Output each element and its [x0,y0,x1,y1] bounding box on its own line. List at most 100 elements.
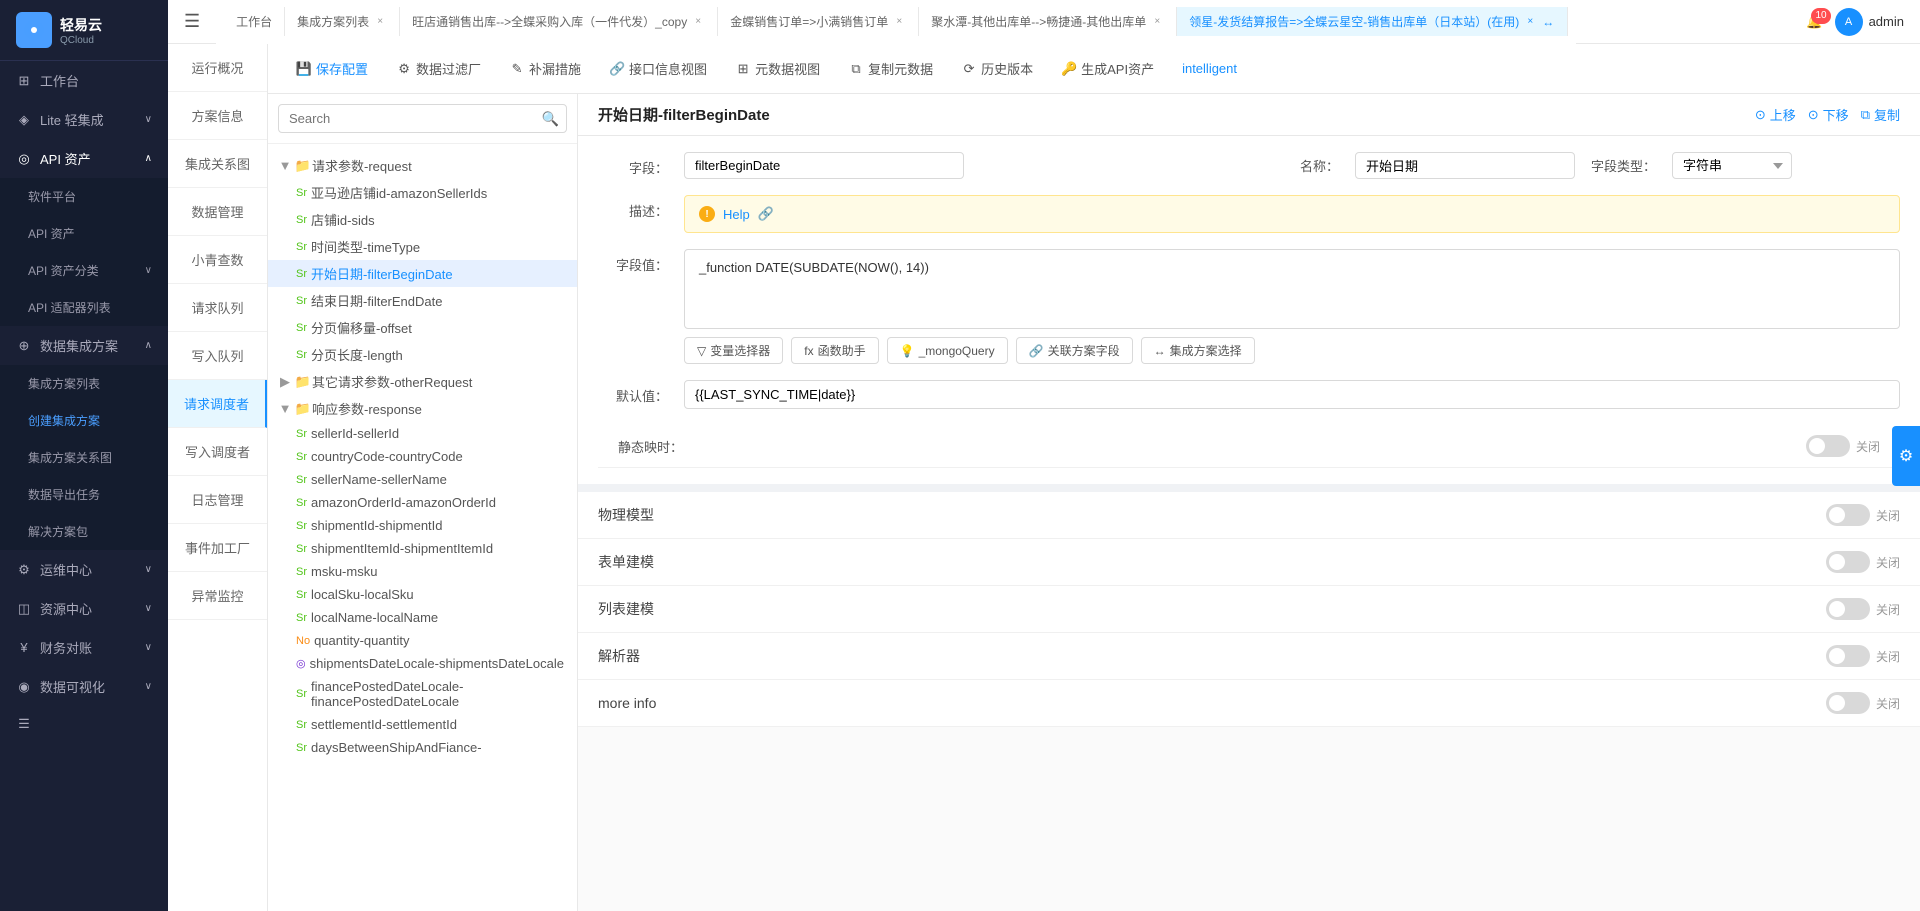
history-btn[interactable]: ⟳ 历史版本 [949,53,1045,84]
sidebar-item-lite[interactable]: ◈ Lite 轻集成 [0,100,168,139]
nav-request-debug[interactable]: 请求调度者 [168,380,267,428]
tree-item-filter-begin[interactable]: Sr 开始日期-filterBeginDate [268,260,577,287]
sidebar-item-bottom[interactable]: ☰ [0,706,168,742]
tree-item-shipment-item-id[interactable]: Sr shipmentItemId-shipmentItemId [268,537,577,560]
sidebar-item-software[interactable]: 软件平台 [0,178,168,215]
api-asset-btn[interactable]: 🔑 生成API资产 [1049,53,1166,84]
copy-detail-btn[interactable]: ⧉ 复制 [1861,105,1900,124]
tree-item-offset[interactable]: Sr 分页偏移量-offset [268,314,577,341]
notification-btn[interactable]: 🔔 10 [1806,14,1822,30]
solution-select-btn[interactable]: ↔ 集成方案选择 [1141,337,1255,364]
sidebar-item-ops[interactable]: ⚙ 运维中心 [0,550,168,589]
sidebar-item-data-integration[interactable]: ⊕ 数据集成方案 [0,326,168,365]
nav-xiao-qing[interactable]: 小青查数 [168,236,267,284]
name-input[interactable] [1355,152,1575,179]
hamburger-btn[interactable]: ☰ [168,11,216,32]
tree-item-other-request[interactable]: ▶ 📁 其它请求参数-otherRequest [268,368,577,395]
tab-pin-active[interactable]: ↔ [1541,15,1555,29]
settings-btn[interactable]: ⚙ [1892,426,1920,486]
tree-item-days-between[interactable]: Sr daysBetweenShipAndFiance- [268,736,577,759]
nav-relation-map[interactable]: 集成关系图 [168,140,267,188]
meta-btn[interactable]: ⊞ 元数据视图 [723,53,832,84]
tab-close-jushui[interactable]: × [1150,15,1164,29]
form-build-toggle[interactable] [1826,551,1870,573]
default-input[interactable] [684,380,1900,409]
interface-btn[interactable]: 🔗 接口信息视图 [597,53,719,84]
nav-write-debug[interactable]: 写入调度者 [168,428,267,476]
physical-model-toggle[interactable] [1826,504,1870,526]
tree-item-local-sku[interactable]: Sr localSku-localSku [268,583,577,606]
nav-overview[interactable]: 运行概况 [168,44,267,92]
save-config-btn[interactable]: 💾 保存配置 [284,53,380,84]
parser-toggle[interactable] [1826,645,1870,667]
nav-write-queue[interactable]: 写入队列 [168,332,267,380]
nav-event-factory[interactable]: 事件加工厂 [168,524,267,572]
tab-jindie[interactable]: 金蝶销售订单=>小满销售订单 × [718,7,919,36]
nav-exception-monitor[interactable]: 异常监控 [168,572,267,620]
tree-item-sids[interactable]: Sr 店铺id-sids [268,206,577,233]
tree-item-length[interactable]: Sr 分页长度-length [268,341,577,368]
sidebar-item-finance[interactable]: ¥ 财务对账 [0,628,168,667]
type-select[interactable]: 字符串 数字 布尔 对象 数组 [1672,152,1792,179]
tree-item-seller-id[interactable]: Sr sellerId-sellerId [268,422,577,445]
more-info-toggle[interactable] [1826,692,1870,714]
tab-jushui[interactable]: 聚水潭-其他出库单-->畅捷通-其他出库单 × [919,7,1177,36]
related-field-btn[interactable]: 🔗 关联方案字段 [1016,337,1133,364]
tab-workspace[interactable]: 工作台 [224,7,285,36]
tree-item-filter-end[interactable]: Sr 结束日期-filterEndDate [268,287,577,314]
sidebar-item-solution-relation[interactable]: 集成方案关系图 [0,439,168,476]
nav-data-mgmt[interactable]: 数据管理 [168,188,267,236]
mongo-query-btn[interactable]: 💡 _mongoQuery [887,337,1008,364]
nav-request-queue[interactable]: 请求队列 [168,284,267,332]
list-build-toggle[interactable] [1826,598,1870,620]
function-helper-btn[interactable]: fx 函数助手 [791,337,878,364]
sidebar-item-api[interactable]: ◎ API 资产 [0,139,168,178]
tree-item-request-params[interactable]: ▼ 📁 请求参数-request [268,152,577,179]
help-link[interactable]: Help [723,207,750,222]
tree-item-msku[interactable]: Sr msku-msku [268,560,577,583]
tab-close-active[interactable]: × [1523,15,1537,29]
sidebar-item-solution-list[interactable]: 集成方案列表 [0,365,168,402]
tree-item-seller-name[interactable]: Sr sellerName-sellerName [268,468,577,491]
tree-item-quantity[interactable]: No quantity-quantity [268,629,577,652]
tree-item-shipment-id[interactable]: Sr shipmentId-shipmentId [268,514,577,537]
field-input[interactable] [684,152,964,179]
sidebar-item-api-adapter[interactable]: API 适配器列表 [0,289,168,326]
nav-solution-info[interactable]: 方案信息 [168,92,267,140]
variable-selector-btn[interactable]: ▽ 变量选择器 [684,337,783,364]
tree-item-amazon-order[interactable]: Sr amazonOrderId-amazonOrderId [268,491,577,514]
tree-item-response-params[interactable]: ▼ 📁 响应参数-response [268,395,577,422]
sidebar-item-data-vis[interactable]: ◉ 数据可视化 [0,667,168,706]
down-btn[interactable]: ⊙ 下移 [1808,105,1849,124]
nav-log-mgmt[interactable]: 日志管理 [168,476,267,524]
search-input[interactable] [278,104,567,133]
copy-meta-btn[interactable]: ⧉ 复制元数据 [836,53,945,84]
tab-active[interactable]: 领星-发货结算报告=>全蝶云星空-销售出库单（日本站）(在用) × ↔ [1177,7,1568,36]
tree-item-settlement-id[interactable]: Sr settlementId-settlementId [268,713,577,736]
tab-taobao[interactable]: 旺店通销售出库-->全蝶采购入库（一件代发）_copy × [400,7,718,36]
supplement-btn[interactable]: ✎ 补漏措施 [497,53,593,84]
user-area[interactable]: A admin [1835,8,1904,36]
filter-btn[interactable]: ⚙ 数据过滤厂 [384,53,493,84]
sidebar-item-resource[interactable]: ◫ 资源中心 [0,589,168,628]
tab-close-taobao[interactable]: × [691,15,705,29]
sidebar-item-data-export[interactable]: 数据导出任务 [0,476,168,513]
static-map-toggle[interactable] [1806,435,1850,457]
value-box[interactable]: _function DATE(SUBDATE(NOW(), 14)) [684,249,1900,329]
tab-close-jindie[interactable]: × [892,15,906,29]
sidebar-item-create-solution[interactable]: 创建集成方案 [0,402,168,439]
sidebar-item-solution-pack[interactable]: 解决方案包 [0,513,168,550]
intelligent-btn[interactable]: intelligent [1170,55,1249,82]
up-btn[interactable]: ⊙ 上移 [1755,105,1796,124]
tree-item-country-code[interactable]: Sr countryCode-countryCode [268,445,577,468]
tree-item-time-type[interactable]: Sr 时间类型-timeType [268,233,577,260]
sidebar-item-workspace[interactable]: ⊞ 工作台 [0,61,168,100]
sidebar-item-api-assets[interactable]: API 资产 [0,215,168,252]
help-icon[interactable]: 🔗 [758,206,774,222]
tab-solution-list[interactable]: 集成方案列表 × [285,7,400,36]
sidebar-item-api-classify[interactable]: API 资产分类 [0,252,168,289]
tree-item-amazon-seller[interactable]: Sr 亚马逊店铺id-amazonSellerIds [268,179,577,206]
tree-item-shipments-date[interactable]: ◎ shipmentsDateLocale-shipmentsDateLocal… [268,652,577,675]
tree-item-local-name[interactable]: Sr localName-localName [268,606,577,629]
tree-item-finance-posted[interactable]: Sr financePostedDateLocale-financePosted… [268,675,577,713]
